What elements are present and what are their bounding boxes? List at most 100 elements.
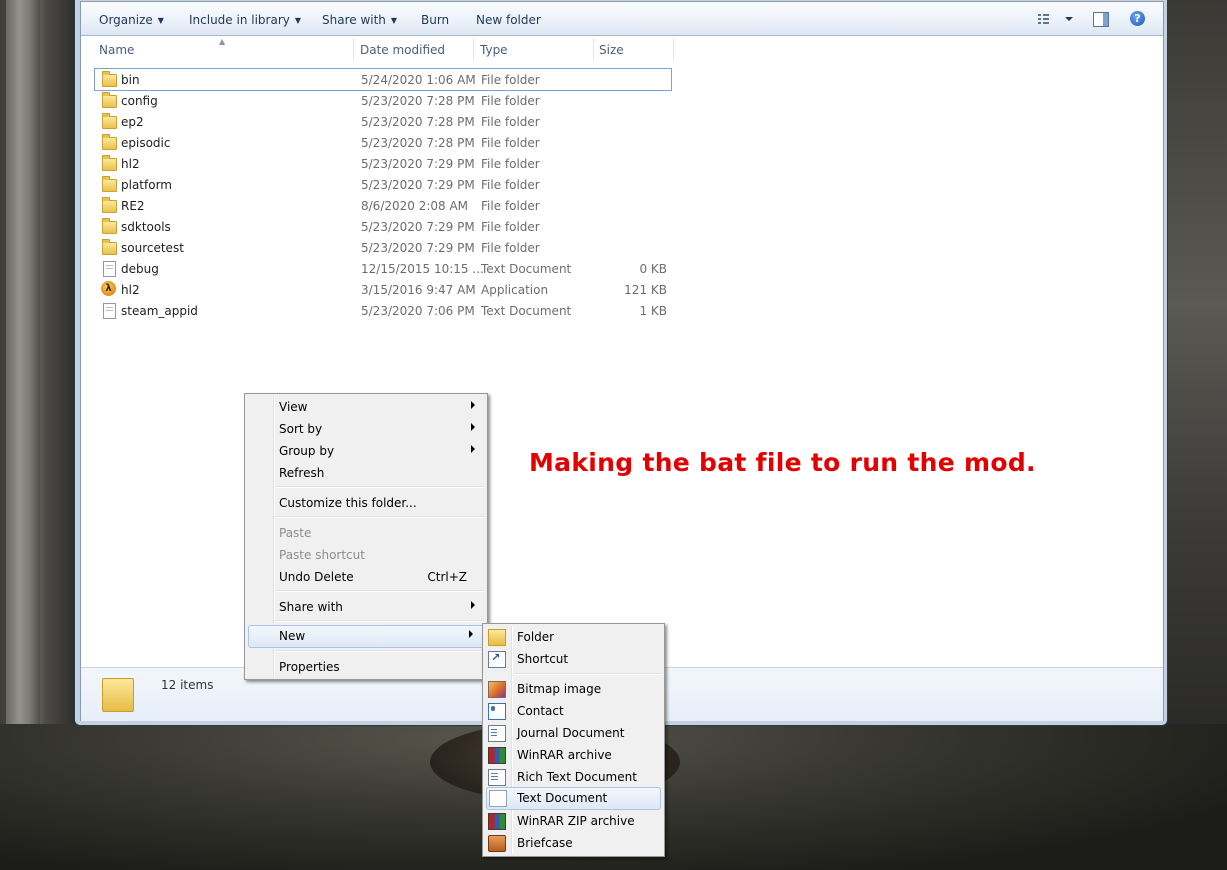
rich-text-document-icon: [488, 769, 506, 786]
menu-item-label: Properties: [279, 660, 340, 674]
column-divider[interactable]: [593, 38, 594, 60]
menu-item-label: Group by: [279, 444, 335, 458]
burn-button[interactable]: Burn: [421, 13, 449, 27]
menu-item-sort-by[interactable]: Sort by: [247, 418, 485, 439]
column-header-name[interactable]: Name: [99, 43, 134, 57]
folder-icon: [488, 629, 506, 646]
file-name: RE2: [121, 199, 145, 213]
file-row[interactable]: platform 5/23/2020 7:29 PM File folder: [95, 174, 671, 195]
submenu-item-shortcut[interactable]: Shortcut: [485, 648, 662, 669]
menu-item-customize-folder[interactable]: Customize this folder...: [247, 492, 485, 513]
menu-item-view[interactable]: View: [247, 396, 485, 417]
file-name: bin: [121, 73, 140, 87]
include-in-library-label: Include in library: [189, 13, 290, 27]
column-divider[interactable]: [673, 38, 674, 60]
text-document-icon: [103, 303, 116, 319]
menu-item-share-with[interactable]: Share with: [247, 596, 485, 617]
file-date: 8/6/2020 2:08 AM: [361, 199, 469, 213]
column-divider[interactable]: [473, 38, 474, 60]
file-type: File folder: [481, 94, 540, 108]
column-divider[interactable]: [353, 38, 354, 60]
folder-icon: [102, 92, 117, 108]
menu-item-new[interactable]: New: [248, 625, 484, 648]
menu-item-label: Customize this folder...: [279, 496, 417, 510]
column-header-type[interactable]: Type: [480, 43, 508, 57]
submenu-item-journal[interactable]: Journal Document: [485, 722, 662, 743]
file-date: 5/23/2020 7:29 PM: [361, 157, 475, 171]
folder-large-icon: [102, 678, 134, 712]
submenu-item-winrar-zip[interactable]: WinRAR ZIP archive: [485, 810, 662, 831]
submenu-item-text-document[interactable]: Text Document: [486, 787, 661, 810]
file-row[interactable]: sourcetest 5/23/2020 7:29 PM File folder: [95, 237, 671, 258]
shortcut-icon: [488, 651, 506, 668]
file-date: 5/23/2020 7:29 PM: [361, 178, 475, 192]
item-count: 12 items: [161, 678, 214, 692]
menu-item-label: Folder: [517, 630, 555, 644]
folder-icon: [102, 113, 117, 129]
column-header-size[interactable]: Size: [599, 43, 624, 57]
file-row[interactable]: sdktools 5/23/2020 7:29 PM File folder: [95, 216, 671, 237]
change-view-button[interactable]: [1036, 11, 1076, 27]
file-type: File folder: [481, 241, 540, 255]
menu-item-label: View: [279, 400, 308, 414]
file-date: 5/23/2020 7:28 PM: [361, 94, 475, 108]
menu-item-group-by[interactable]: Group by: [247, 440, 485, 461]
file-size: 1 KB: [639, 304, 667, 318]
menu-item-refresh[interactable]: Refresh: [247, 462, 485, 483]
menu-item-paste-shortcut[interactable]: Paste shortcut: [247, 544, 485, 565]
file-date: 5/23/2020 7:29 PM: [361, 241, 475, 255]
contact-icon: [488, 703, 506, 720]
folder-icon: [102, 176, 117, 192]
file-name: platform: [121, 178, 172, 192]
file-type: File folder: [481, 220, 540, 234]
file-row[interactable]: steam_appid 5/23/2020 7:06 PM Text Docum…: [95, 300, 671, 321]
sort-ascending-icon: ▲: [219, 37, 226, 46]
help-button[interactable]: ?: [1130, 11, 1145, 26]
menu-item-label: Undo Delete: [279, 570, 354, 584]
file-name: steam_appid: [121, 304, 198, 318]
dropdown-arrow-icon: ▼: [157, 16, 164, 25]
file-row[interactable]: episodic 5/23/2020 7:28 PM File folder: [95, 132, 671, 153]
file-row[interactable]: config 5/23/2020 7:28 PM File folder: [95, 90, 671, 111]
file-date: 5/23/2020 7:06 PM: [361, 304, 475, 318]
submenu-item-briefcase[interactable]: Briefcase: [485, 832, 662, 853]
file-row[interactable]: λ hl2 3/15/2016 9:47 AM Application 121 …: [95, 279, 671, 300]
explorer-window: Organize ▼ Include in library ▼ Share with…: [74, 0, 1168, 726]
new-folder-button[interactable]: New folder: [476, 13, 541, 27]
menu-item-paste[interactable]: Paste: [247, 522, 485, 543]
file-row[interactable]: ep2 5/23/2020 7:28 PM File folder: [95, 111, 671, 132]
file-row[interactable]: hl2 5/23/2020 7:29 PM File folder: [95, 153, 671, 174]
file-name: hl2: [121, 283, 140, 297]
file-row[interactable]: RE2 8/6/2020 2:08 AM File folder: [95, 195, 671, 216]
menu-separator: [276, 486, 484, 488]
preview-pane-icon: [1103, 13, 1108, 26]
menu-item-label: Text Document: [517, 791, 608, 805]
submenu-item-winrar-archive[interactable]: WinRAR archive: [485, 744, 662, 765]
file-name: sdktools: [121, 220, 171, 234]
submenu-item-folder[interactable]: Folder: [485, 626, 662, 647]
file-row[interactable]: debug 12/15/2015 10:15 ... Text Document…: [95, 258, 671, 279]
file-row[interactable]: bin 5/24/2020 1:06 AM File folder: [94, 68, 672, 91]
organize-button[interactable]: Organize ▼: [99, 13, 164, 27]
include-in-library-button[interactable]: Include in library ▼: [189, 13, 301, 27]
menu-item-undo-delete[interactable]: Undo Delete Ctrl+Z: [247, 566, 485, 587]
folder-icon: [102, 239, 117, 255]
column-header-date-modified[interactable]: Date modified: [360, 43, 445, 57]
menu-separator: [276, 650, 484, 652]
file-name: sourcetest: [121, 241, 184, 255]
menu-item-properties[interactable]: Properties: [247, 656, 485, 677]
submenu-item-rich-text[interactable]: Rich Text Document: [485, 766, 662, 787]
tutorial-annotation: Making the bat file to run the mod.: [529, 448, 1036, 477]
submenu-item-contact[interactable]: Contact: [485, 700, 662, 721]
file-date: 5/23/2020 7:29 PM: [361, 220, 475, 234]
share-with-button[interactable]: Share with ▼: [322, 13, 397, 27]
file-date: 3/15/2016 9:47 AM: [361, 283, 476, 297]
file-type: File folder: [481, 157, 540, 171]
dropdown-arrow-icon: ▼: [294, 16, 302, 25]
submenu-item-bitmap[interactable]: Bitmap image: [485, 678, 662, 699]
file-list: bin 5/24/2020 1:06 AM File folder config…: [94, 68, 672, 321]
menu-item-label: Share with: [279, 600, 343, 614]
file-name: debug: [121, 262, 159, 276]
preview-pane-button[interactable]: [1093, 12, 1109, 27]
bitmap-image-icon: [488, 681, 506, 698]
